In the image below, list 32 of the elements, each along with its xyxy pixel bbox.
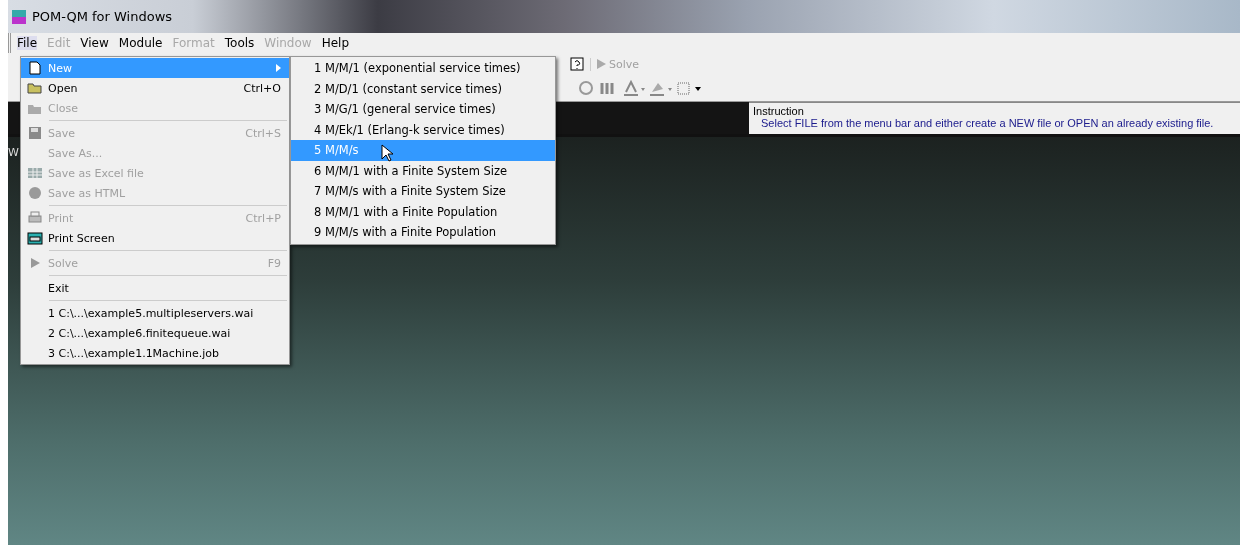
cut-off-label: W bbox=[8, 146, 19, 159]
menu-item[interactable]: 4 M/Ek/1 (Erlang-k service times) bbox=[291, 119, 555, 140]
printer-icon bbox=[26, 211, 43, 225]
menu-item[interactable]: 7 M/M/s with a Finite System Size bbox=[291, 181, 555, 202]
menu-item[interactable]: 8 M/M/1 with a Finite Population bbox=[291, 201, 555, 222]
mouse-cursor-icon bbox=[381, 144, 393, 162]
menu-item[interactable]: 6 M/M/1 with a Finite System Size bbox=[291, 160, 555, 181]
menu-item[interactable]: Open Ctrl+O bbox=[21, 78, 289, 98]
instruction-title: Instruction bbox=[753, 105, 805, 117]
folder-icon bbox=[26, 81, 43, 95]
app-logo-icon bbox=[12, 9, 26, 24]
page-icon bbox=[26, 61, 43, 75]
menu-title[interactable]: File bbox=[17, 36, 38, 50]
menu-title[interactable]: Module bbox=[118, 36, 163, 50]
menu-item[interactable]: 1 M/M/1 (exponential service times) bbox=[291, 58, 555, 79]
menu-title[interactable]: Help bbox=[321, 36, 349, 50]
menu-item[interactable]: 3 M/G/1 (general service times) bbox=[291, 99, 555, 120]
play-icon bbox=[597, 59, 606, 69]
menu-item[interactable]: 3 C:\...\example1.1Machine.job bbox=[21, 343, 289, 363]
menu-item[interactable]: Exit bbox=[21, 278, 289, 298]
window-title: POM-QM for Windows bbox=[32, 9, 173, 24]
menu-item[interactable]: 2 C:\...\example6.finitequeue.wai bbox=[21, 323, 289, 343]
menu-title[interactable]: Tools bbox=[224, 36, 255, 50]
printer-icon bbox=[26, 231, 43, 245]
menu-item[interactable]: 2 M/D/1 (constant service times) bbox=[291, 78, 555, 99]
instruction-text: Select FILE from the menu bar and either create a NEW file or OPEN an already existing file. bbox=[760, 117, 1215, 129]
spreadsheet-icon bbox=[26, 166, 43, 180]
menu-item[interactable]: 9 M/M/s with a Finite Population bbox=[291, 222, 555, 243]
menu-item[interactable]: Print Screen bbox=[21, 228, 289, 248]
menu-item[interactable]: 1 C:\...\example5.multipleservers.wai bbox=[21, 303, 289, 323]
help-icon[interactable] bbox=[570, 57, 584, 71]
menu-title[interactable]: View bbox=[80, 36, 109, 50]
